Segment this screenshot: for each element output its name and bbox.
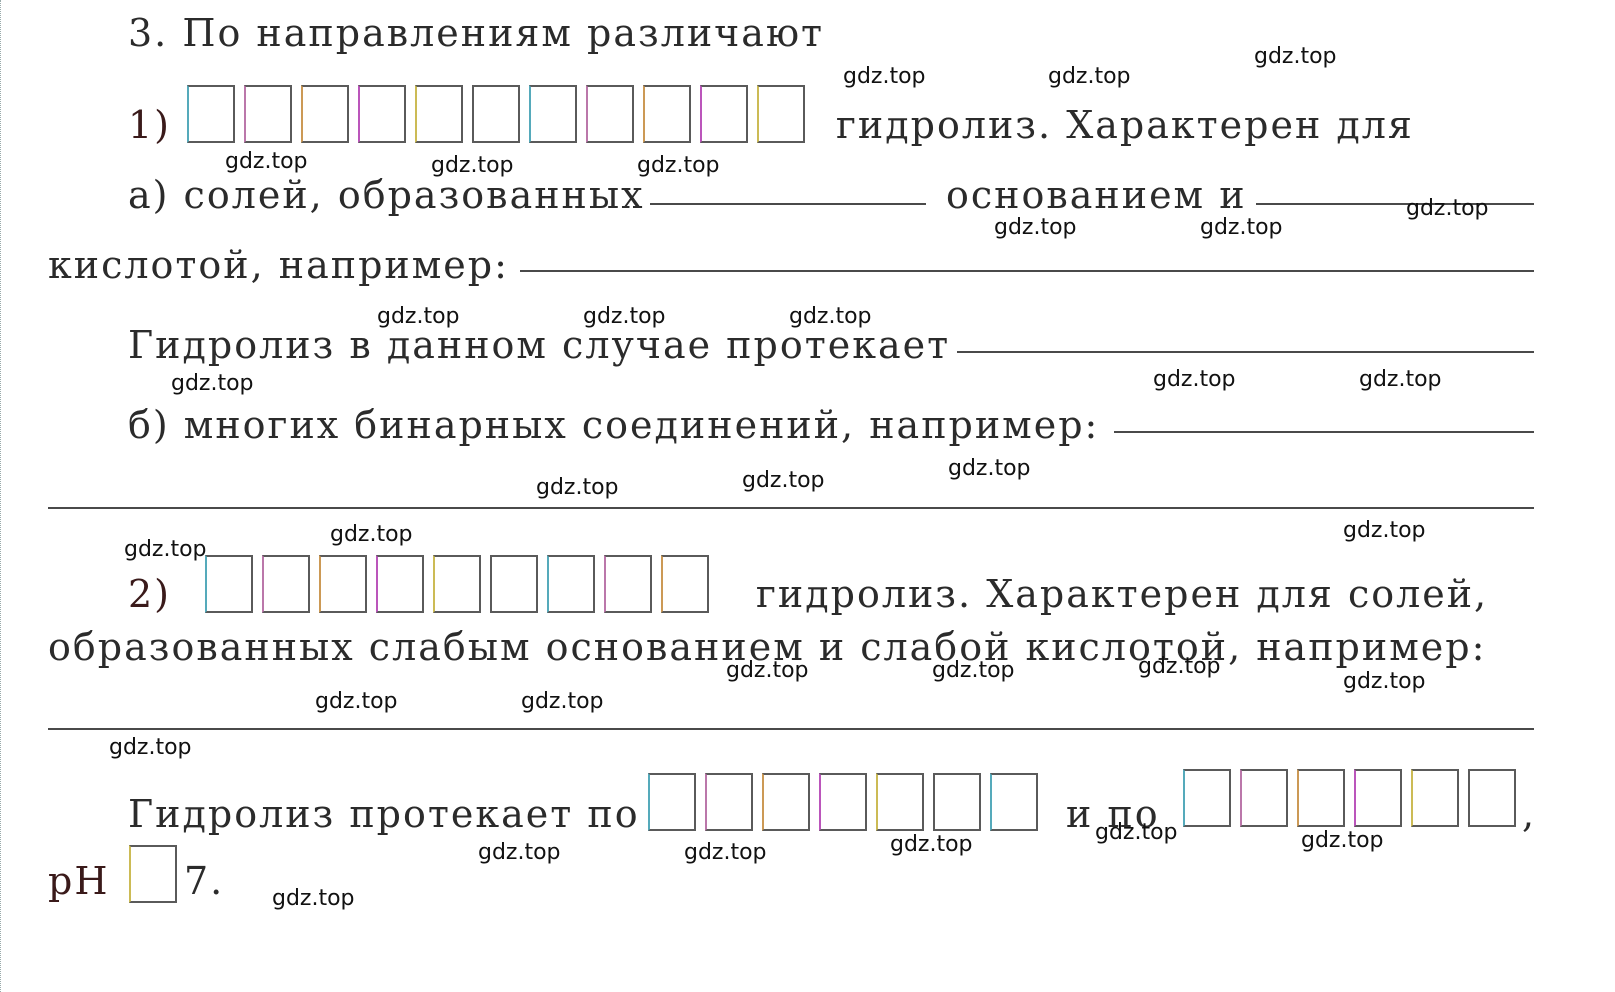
watermark: gdz.top xyxy=(171,371,254,396)
letter-box[interactable] xyxy=(187,85,235,143)
watermark: gdz.top xyxy=(789,304,872,329)
letter-box[interactable] xyxy=(933,773,981,831)
ph-value: 7. xyxy=(184,859,225,903)
item2-proceeds-text: Гидролиз протекает по xyxy=(128,792,640,836)
item2-comma: , xyxy=(1522,792,1537,836)
letter-box[interactable] xyxy=(376,555,424,613)
letter-box[interactable] xyxy=(433,555,481,613)
watermark: gdz.top xyxy=(637,153,720,178)
item2-letter-boxes xyxy=(205,555,709,613)
watermark: gdz.top xyxy=(1359,367,1442,392)
letter-box[interactable] xyxy=(757,85,805,143)
watermark: gdz.top xyxy=(742,468,825,493)
letter-box[interactable] xyxy=(244,85,292,143)
letter-box[interactable] xyxy=(876,773,924,831)
letter-box[interactable] xyxy=(529,85,577,143)
watermark: gdz.top xyxy=(377,304,460,329)
item1-b-text: б) многих бинарных соединений, например: xyxy=(128,403,1100,447)
watermark: gdz.top xyxy=(1343,518,1426,543)
letter-box[interactable] xyxy=(762,773,810,831)
answer-line-hydrolysis-course[interactable] xyxy=(957,351,1534,353)
watermark: gdz.top xyxy=(1095,820,1178,845)
watermark: gdz.top xyxy=(684,840,767,865)
letter-box[interactable] xyxy=(490,555,538,613)
letter-box[interactable] xyxy=(1240,769,1288,827)
watermark: gdz.top xyxy=(1153,367,1236,392)
watermark: gdz.top xyxy=(1048,64,1131,89)
letter-box[interactable] xyxy=(205,555,253,613)
letter-box[interactable] xyxy=(301,85,349,143)
letter-box[interactable] xyxy=(648,773,696,831)
letter-box[interactable] xyxy=(643,85,691,143)
letter-box[interactable] xyxy=(1297,769,1345,827)
letter-box[interactable] xyxy=(358,85,406,143)
letter-box[interactable] xyxy=(415,85,463,143)
watermark: gdz.top xyxy=(1254,44,1337,69)
item1-a-mid: основанием и xyxy=(946,173,1247,217)
letter-box[interactable] xyxy=(661,555,709,613)
item1-letter-boxes xyxy=(187,85,805,143)
answer-line-example-b-cont[interactable] xyxy=(48,507,1534,509)
answer-line-example-b[interactable] xyxy=(1114,431,1534,433)
item2-after-boxes: гидролиз. Характерен для солей, xyxy=(756,572,1489,616)
letter-box[interactable] xyxy=(1354,769,1402,827)
letter-box[interactable] xyxy=(547,555,595,613)
task-heading: 3. По направлениям различают xyxy=(128,11,825,55)
watermark: gdz.top xyxy=(315,689,398,714)
watermark: gdz.top xyxy=(330,522,413,547)
item1-after-boxes: гидролиз. Характерен для xyxy=(836,103,1414,147)
watermark: gdz.top xyxy=(225,149,308,174)
watermark: gdz.top xyxy=(478,840,561,865)
watermark: gdz.top xyxy=(431,153,514,178)
letter-box[interactable] xyxy=(586,85,634,143)
letter-box[interactable] xyxy=(700,85,748,143)
watermark: gdz.top xyxy=(1343,669,1426,694)
watermark: gdz.top xyxy=(124,537,207,562)
watermark: gdz.top xyxy=(521,689,604,714)
watermark: gdz.top xyxy=(890,832,973,857)
answer-line-base-type[interactable] xyxy=(650,203,926,205)
watermark: gdz.top xyxy=(948,456,1031,481)
watermark: gdz.top xyxy=(932,658,1015,683)
watermark: gdz.top xyxy=(726,658,809,683)
item2-label: 2) xyxy=(128,572,172,616)
letter-box[interactable] xyxy=(705,773,753,831)
watermark: gdz.top xyxy=(1138,654,1221,679)
watermark: gdz.top xyxy=(109,735,192,760)
letter-box[interactable] xyxy=(819,773,867,831)
watermark: gdz.top xyxy=(843,64,926,89)
watermark: gdz.top xyxy=(1301,828,1384,853)
letter-box[interactable] xyxy=(472,85,520,143)
item1-label: 1) xyxy=(128,103,172,147)
answer-line-example-a[interactable] xyxy=(520,270,1534,272)
letter-box[interactable] xyxy=(1468,769,1516,827)
answer-line-example-2[interactable] xyxy=(48,728,1534,730)
ph-sign-box[interactable] xyxy=(129,845,177,903)
letter-box[interactable] xyxy=(1411,769,1459,827)
watermark: gdz.top xyxy=(272,886,355,911)
watermark: gdz.top xyxy=(1406,196,1489,221)
watermark: gdz.top xyxy=(994,215,1077,240)
item1-a-cont: кислотой, например: xyxy=(48,243,509,287)
watermark: gdz.top xyxy=(536,475,619,500)
letter-box[interactable] xyxy=(1183,769,1231,827)
watermark: gdz.top xyxy=(1200,215,1283,240)
letter-box[interactable] xyxy=(319,555,367,613)
item1-hydrolysis-line: Гидролиз в данном случае протекает xyxy=(128,323,951,367)
letter-box[interactable] xyxy=(604,555,652,613)
item2-boxes-a xyxy=(648,773,1038,831)
page-edge xyxy=(0,0,1,992)
watermark: gdz.top xyxy=(583,304,666,329)
ph-label: pH xyxy=(48,859,110,903)
item2-boxes-b xyxy=(1183,769,1516,827)
letter-box[interactable] xyxy=(990,773,1038,831)
letter-box[interactable] xyxy=(262,555,310,613)
answer-line-acid-type[interactable] xyxy=(1256,203,1534,205)
item1-a-start: а) солей, образованных xyxy=(128,173,645,217)
